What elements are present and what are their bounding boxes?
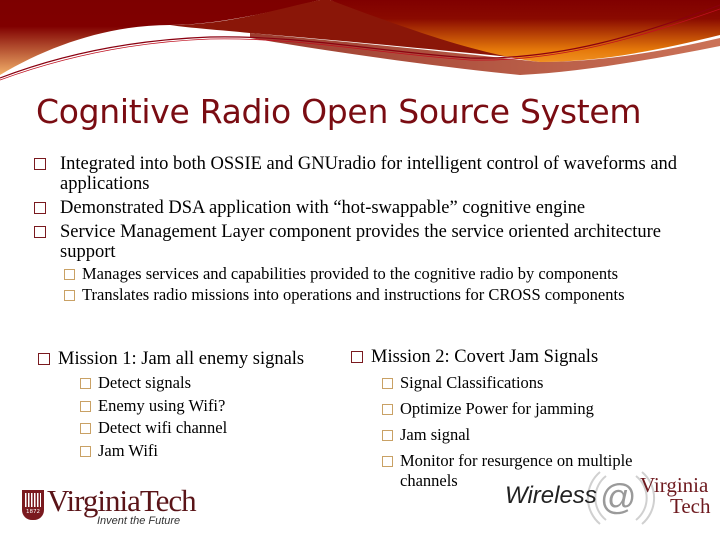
slide-title: Cognitive Radio Open Source System xyxy=(36,92,642,131)
bullet-text: Demonstrated DSA application with “hot-s… xyxy=(60,198,586,218)
wireless-text: Wireless xyxy=(505,482,597,509)
mission-1-item-text: Jam Wifi xyxy=(98,440,158,460)
mission-1-item-text: Detect signals xyxy=(98,373,192,392)
square-bullet-icon xyxy=(64,269,75,280)
sub-bullet-text: Manages services and capabilities provid… xyxy=(82,264,619,283)
square-bullet-icon xyxy=(382,404,393,415)
square-bullet-icon xyxy=(382,378,393,389)
mission-2-heading: Mission 2: Covert Jam Signals xyxy=(349,347,598,367)
square-bullet-icon xyxy=(382,456,393,467)
mission-1-item: Detect wifi channel xyxy=(80,418,227,438)
square-bullet-icon xyxy=(80,400,91,412)
square-bullet-icon xyxy=(34,226,46,238)
vt-shield-year: 1872 xyxy=(26,509,40,515)
mission-1-item-text: Detect wifi channel xyxy=(98,418,228,437)
square-bullet-icon xyxy=(80,423,91,434)
at-symbol-icon: @ xyxy=(600,476,637,517)
mission-2-heading-text: Mission 2: Covert Jam Signals xyxy=(371,347,599,367)
square-bullet-icon xyxy=(382,430,393,441)
sub-bullet-text: Translates radio missions into operation… xyxy=(82,285,625,304)
virginia-tech-logo: 1872 VirginiaTech Invent the Future xyxy=(22,483,202,528)
mission-2-item: Jam signal xyxy=(382,425,692,445)
square-bullet-icon xyxy=(80,378,91,389)
bullet-item: Demonstrated DSA application with “hot-s… xyxy=(30,198,690,218)
bullet-item: Integrated into both OSSIE and GNUradio … xyxy=(30,154,690,194)
mission-1-list: Detect signals Enemy using Wifi? Detect … xyxy=(80,373,227,463)
main-bullet-list: Integrated into both OSSIE and GNUradio … xyxy=(30,154,690,266)
mission-1-item: Jam Wifi xyxy=(80,441,227,461)
vt-tagline: Invent the Future xyxy=(97,515,181,527)
square-bullet-icon xyxy=(351,351,363,363)
vt-wordmark: VirginiaTech xyxy=(47,483,197,518)
bullet-text: Integrated into both OSSIE and GNUradio … xyxy=(60,154,678,194)
mission-2-item-text: Optimize Power for jamming xyxy=(400,399,594,418)
sub-bullet-item: Manages services and capabilities provid… xyxy=(64,264,694,284)
mission-2-item-text: Signal Classifications xyxy=(400,373,544,392)
sub-bullet-item: Translates radio missions into operation… xyxy=(64,285,694,305)
vt-shield-icon: 1872 xyxy=(22,490,44,520)
mission-2-item-text: Jam signal xyxy=(400,425,471,444)
mission-2-item: Optimize Power for jamming xyxy=(382,399,692,419)
mission-1-item: Detect signals xyxy=(80,373,227,393)
square-bullet-icon xyxy=(34,202,46,214)
mission-1-item: Enemy using Wifi? xyxy=(80,396,227,416)
square-bullet-icon xyxy=(38,353,50,365)
mission-1-heading-text: Mission 1: Jam all enemy signals xyxy=(58,349,305,369)
mission-2-item: Signal Classifications xyxy=(382,373,692,393)
wireless-at-virginia-tech-logo: Wireless @ Virginia Tech xyxy=(500,468,715,528)
mission-1-heading: Mission 1: Jam all enemy signals xyxy=(36,349,304,369)
bullet-text: Service Management Layer component provi… xyxy=(60,222,661,262)
square-bullet-icon xyxy=(80,445,91,457)
header-wave-banner xyxy=(0,0,720,81)
mission-1-item-text: Enemy using Wifi? xyxy=(98,395,226,415)
sub-bullet-list: Manages services and capabilities provid… xyxy=(64,264,694,306)
bullet-item: Service Management Layer component provi… xyxy=(30,222,690,262)
square-bullet-icon xyxy=(34,158,46,170)
wvt-tech-text: Tech xyxy=(670,494,711,518)
square-bullet-icon xyxy=(64,290,75,301)
